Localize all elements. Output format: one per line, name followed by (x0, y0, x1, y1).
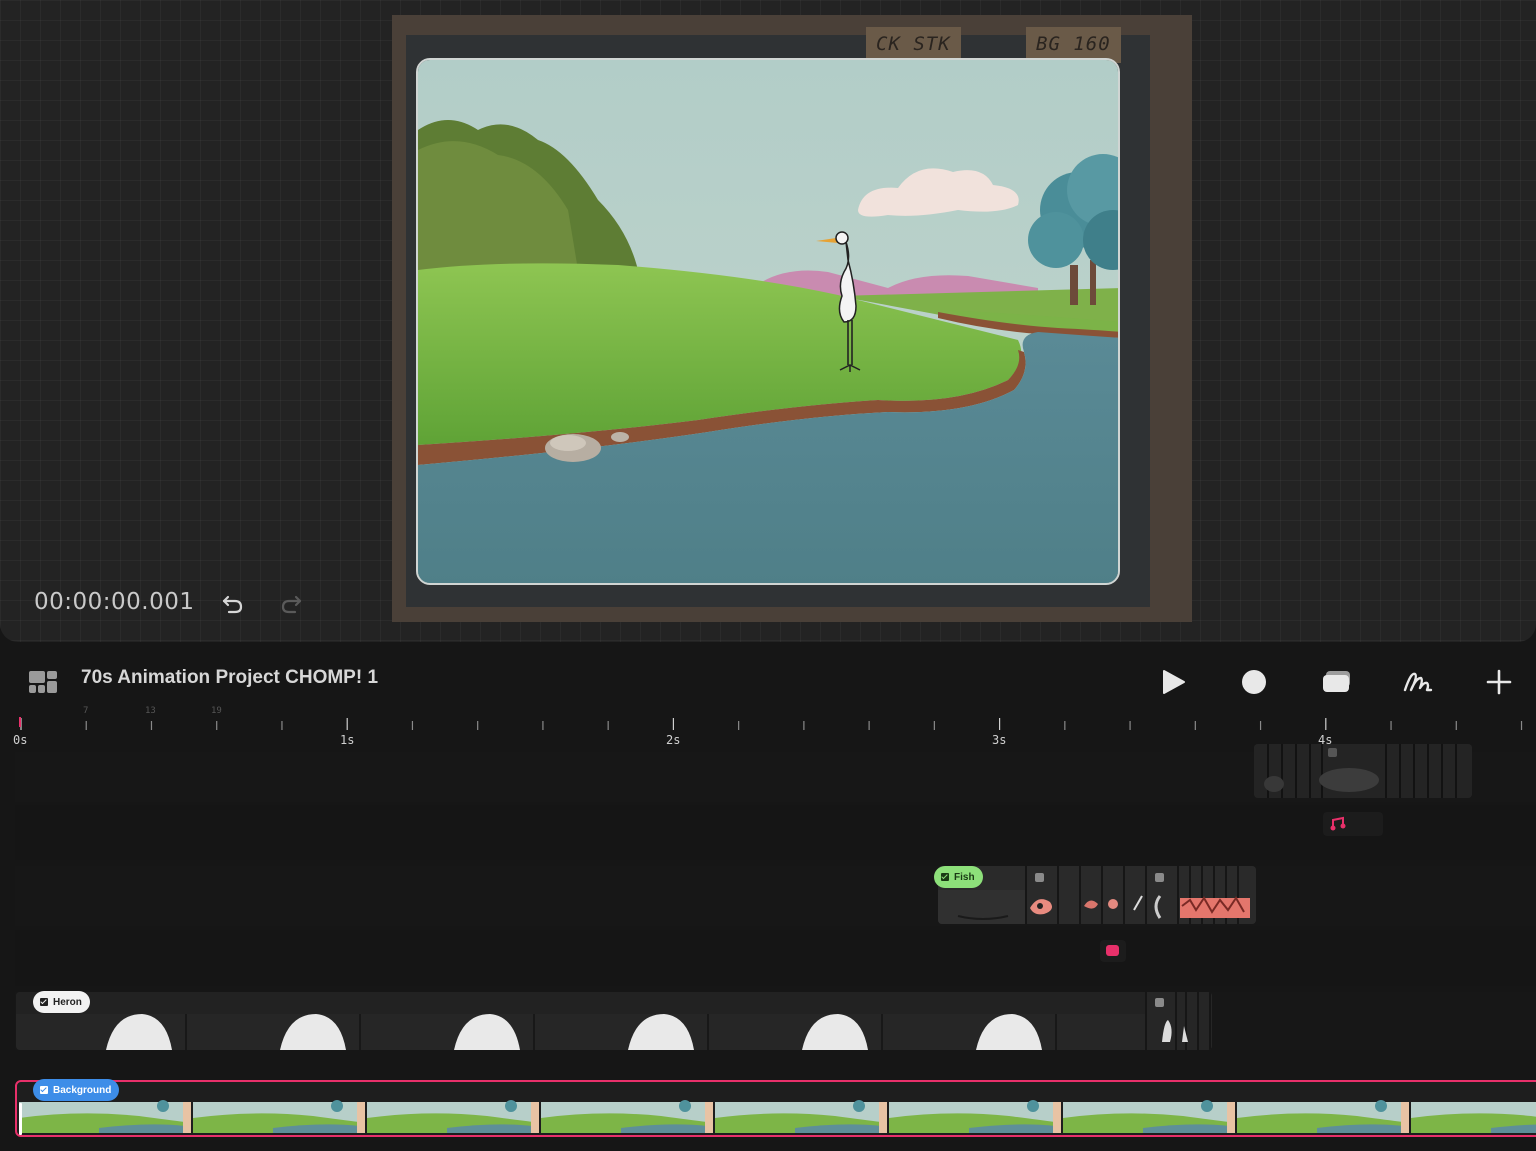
background-frame-thumb (1411, 1102, 1536, 1133)
clip-checkbox[interactable] (1328, 748, 1337, 757)
frame-label-7: 7 (83, 706, 89, 716)
background-frame-thumb (367, 1100, 539, 1133)
ruler-label-2s: 2s (666, 733, 681, 747)
heron-thumbnails (16, 992, 1212, 1050)
fish-keyframe-checkbox-1[interactable] (1035, 873, 1044, 882)
playhead[interactable] (19, 1103, 22, 1135)
playhead-ruler-marker[interactable] (19, 717, 21, 727)
checkbox-icon (40, 998, 48, 1006)
background-clip-tag[interactable]: Background (33, 1079, 120, 1101)
project-title[interactable]: 70s Animation Project CHOMP! 1 (81, 667, 378, 689)
record-marker[interactable] (1100, 940, 1126, 962)
track-row-fish[interactable] (15, 866, 1536, 926)
checkbox-icon (941, 873, 949, 881)
fish-clip-label: Fish (954, 871, 975, 883)
background-clip-label: Background (53, 1084, 112, 1096)
heron-keyframe-checkbox[interactable] (1155, 998, 1164, 1007)
track-row-4[interactable] (15, 930, 1536, 986)
clip-background[interactable] (15, 1080, 1536, 1137)
background-frame-thumb (541, 1100, 713, 1133)
redo-button[interactable] (278, 591, 304, 617)
clip-unnamed-top[interactable] (1254, 744, 1472, 798)
timecode-display: 00:00:00.001 (34, 589, 195, 615)
ruler-ticks (20, 718, 1523, 730)
ruler-label-0s: 0s (13, 733, 28, 747)
clip-heron[interactable] (16, 992, 1212, 1050)
scene-illustration (418, 60, 1118, 583)
layers-button[interactable] (1318, 663, 1356, 701)
audio-clip-marker[interactable] (1323, 812, 1383, 836)
app-window: CK STK BG 160 00:00:00.001 70s Animation… (0, 0, 1536, 1151)
undo-button[interactable] (220, 591, 246, 617)
record-marker-icon (1106, 945, 1119, 956)
heron-clip-label: Heron (53, 996, 82, 1008)
background-thumbnails (19, 1100, 1536, 1133)
clip-thumbnails (1254, 744, 1472, 798)
fish-clip-tag[interactable]: Fish (934, 866, 983, 888)
frame-label-19: 19 (211, 706, 222, 716)
checkbox-icon (40, 1086, 48, 1094)
redo-icon (281, 595, 302, 614)
layout-grid-icon (29, 671, 57, 693)
background-frame-thumb (889, 1100, 1061, 1133)
layout-toggle-button[interactable] (28, 669, 58, 699)
track-row-2[interactable] (15, 805, 1536, 860)
draw-button[interactable] (1399, 663, 1437, 701)
background-frame-thumb (1237, 1100, 1409, 1133)
layers-icon (1323, 671, 1350, 692)
scene-preview[interactable] (416, 58, 1120, 585)
background-frame-thumb (193, 1100, 365, 1133)
fish-keyframe-checkbox-2[interactable] (1155, 873, 1164, 882)
plus-icon (1486, 669, 1512, 695)
draw-squiggle-icon (1403, 672, 1433, 692)
play-icon (1163, 670, 1185, 694)
add-button[interactable] (1480, 663, 1518, 701)
record-button[interactable] (1235, 663, 1273, 701)
undo-icon (222, 595, 243, 614)
background-frame-thumb (19, 1100, 191, 1133)
heron-clip-tag[interactable]: Heron (33, 991, 90, 1013)
background-frame-thumb (715, 1100, 887, 1133)
frame-label-13: 13 (145, 706, 156, 716)
audio-icon (1330, 816, 1346, 831)
clip-fish[interactable] (938, 866, 1256, 924)
record-icon (1242, 670, 1266, 694)
background-frame-thumb (1063, 1100, 1235, 1133)
ruler-label-1s: 1s (340, 733, 355, 747)
ruler-label-3s: 3s (992, 733, 1007, 747)
canvas-area[interactable]: CK STK BG 160 00:00:00.001 (0, 0, 1536, 642)
play-button[interactable] (1153, 663, 1191, 701)
fish-thumbnails (938, 866, 1256, 924)
